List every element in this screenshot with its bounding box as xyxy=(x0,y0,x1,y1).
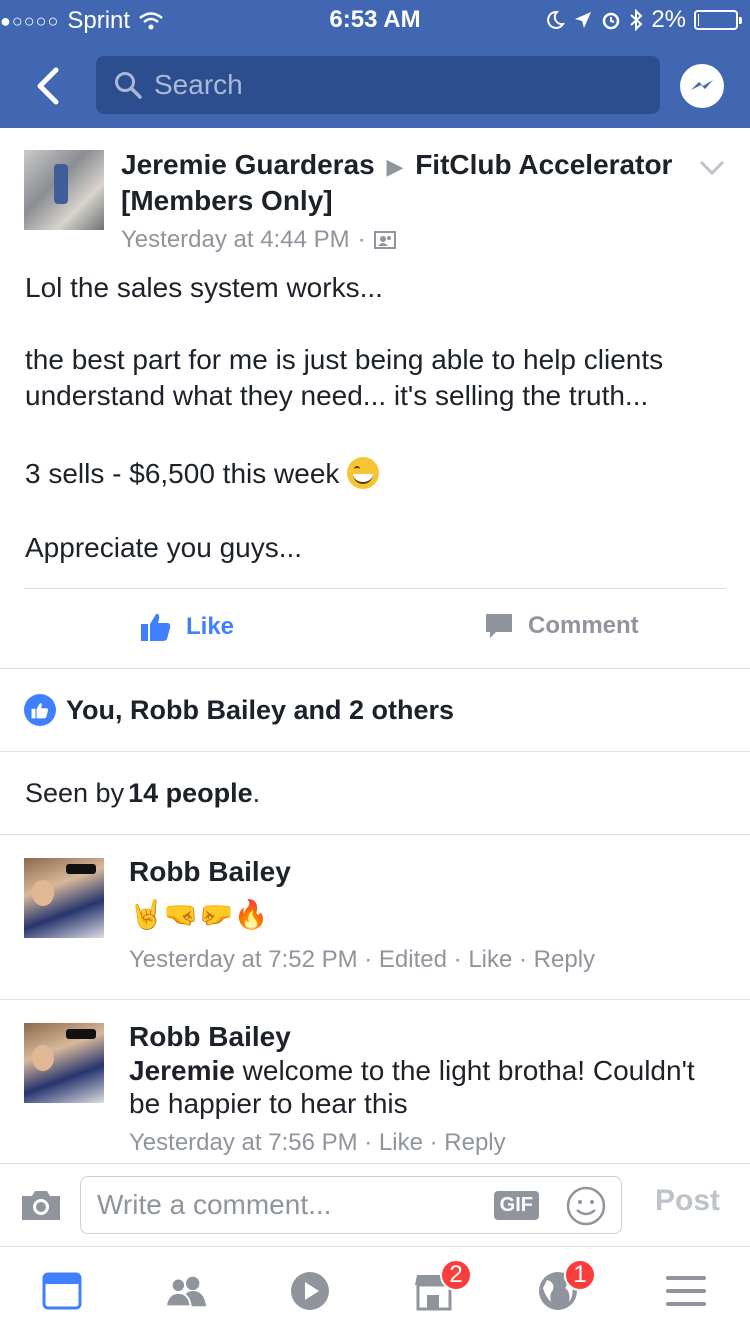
seen-suffix: . xyxy=(252,777,261,808)
author-avatar[interactable] xyxy=(24,150,104,230)
meta-separator: · xyxy=(357,226,366,253)
comment-mention[interactable]: Jeremie xyxy=(129,1055,235,1086)
post-line-2: the best part for me is just being able … xyxy=(25,344,664,411)
post-actions: Like Comment xyxy=(0,590,750,668)
comment-edited[interactable]: Edited xyxy=(379,946,447,973)
comment-item: Robb Bailey 🤘🤜🤛🔥 Yesterday at 7:52 PM · … xyxy=(0,834,750,999)
comment-reply-link[interactable]: Reply xyxy=(444,1129,505,1156)
tab-news-feed[interactable] xyxy=(40,1269,84,1313)
post-meta: Yesterday at 4:44 PM · xyxy=(121,226,396,254)
post-line-4: Appreciate you guys... xyxy=(25,532,303,563)
tab-notifications[interactable]: 1 xyxy=(536,1259,596,1313)
search-icon xyxy=(115,72,142,99)
post-comment-button[interactable]: Post xyxy=(655,1184,720,1218)
likes-summary-text: You, Robb Bailey and 2 others xyxy=(66,694,455,725)
post-line-3: 3 sells - $6,500 this week xyxy=(25,456,725,492)
comment-time[interactable]: Yesterday at 7:56 PM xyxy=(129,1129,358,1156)
comment-input-box[interactable]: GIF xyxy=(80,1176,622,1234)
moon-icon xyxy=(547,10,566,29)
notifications-badge: 1 xyxy=(564,1259,596,1291)
battery-percent: 2% xyxy=(651,6,686,33)
comment-label: Comment xyxy=(528,612,639,639)
messenger-icon[interactable] xyxy=(680,64,724,108)
friends-icon xyxy=(164,1276,207,1308)
comment-time[interactable]: Yesterday at 7:52 PM xyxy=(129,946,358,973)
battery-icon xyxy=(694,10,742,30)
seen-by[interactable]: Seen by 14 people . xyxy=(0,752,750,834)
news-feed-icon xyxy=(42,1272,82,1310)
comment-like-link[interactable]: Like xyxy=(379,1129,423,1156)
sticker-smile-icon[interactable] xyxy=(565,1185,607,1227)
group-privacy-icon xyxy=(373,231,396,249)
commenter-avatar[interactable] xyxy=(24,858,104,938)
top-bar: ●○○○○ Sprint 6:53 AM 2% xyxy=(0,0,750,128)
tab-watch[interactable] xyxy=(288,1269,332,1313)
comment-input[interactable] xyxy=(97,1189,487,1221)
tab-marketplace[interactable]: 2 xyxy=(412,1259,472,1313)
camera-icon[interactable] xyxy=(20,1188,62,1222)
comment-meta: Yesterday at 7:52 PM · Edited · Like · R… xyxy=(129,946,596,973)
post-body: Lol the sales system works... the best p… xyxy=(25,270,725,566)
thumbs-up-icon xyxy=(141,613,171,641)
comment-bubble-icon xyxy=(486,614,512,638)
comment-text: Jeremie welcome to the light brotha! Cou… xyxy=(129,1054,729,1120)
like-label: Like xyxy=(186,613,235,640)
chevron-down-icon[interactable] xyxy=(698,158,726,178)
gif-button[interactable]: GIF xyxy=(493,1191,539,1220)
battery-level xyxy=(698,14,699,26)
marketplace-badge: 2 xyxy=(440,1259,472,1291)
comment-button[interactable]: Comment xyxy=(484,612,750,640)
status-right: 2% xyxy=(545,6,742,34)
share-arrow-icon: ▶ xyxy=(386,154,404,179)
comment-composer: GIF Post xyxy=(0,1163,750,1245)
author-name[interactable]: Jeremie Guarderas xyxy=(121,149,375,180)
search-bar[interactable] xyxy=(96,56,660,114)
grinning-emoji-icon xyxy=(347,457,380,489)
post-title: Jeremie Guarderas ▶ FitClub Accelerator … xyxy=(121,148,681,218)
video-play-icon xyxy=(291,1272,329,1310)
back-arrow-icon[interactable] xyxy=(30,66,70,106)
like-badge-icon xyxy=(24,694,56,726)
search-input[interactable] xyxy=(154,69,634,101)
alarm-icon xyxy=(603,12,620,30)
commenter-name[interactable]: Robb Bailey xyxy=(129,856,291,888)
actions-divider xyxy=(24,588,726,589)
commenter-name[interactable]: Robb Bailey xyxy=(129,1021,291,1053)
tab-friends[interactable] xyxy=(164,1269,208,1313)
seen-prefix: Seen by xyxy=(25,777,125,808)
status-bar: ●○○○○ Sprint 6:53 AM 2% xyxy=(0,0,750,40)
messenger-bolt-icon xyxy=(691,80,713,90)
comment-emojis: 🤘🤜🤛🔥 xyxy=(129,899,269,930)
post-timestamp[interactable]: Yesterday at 4:44 PM xyxy=(121,226,350,254)
likes-summary[interactable]: You, Robb Bailey and 2 others xyxy=(0,669,750,751)
seen-count: 14 people xyxy=(128,777,253,808)
post-line-3-text: 3 sells - $6,500 this week xyxy=(25,458,340,489)
comment-meta: Yesterday at 7:56 PM · Like · Reply xyxy=(129,1129,506,1156)
bluetooth-icon xyxy=(630,9,643,31)
post-line-1: Lol the sales system works... xyxy=(25,272,383,303)
comment-item: Robb Bailey Jeremie welcome to the light… xyxy=(0,999,750,1163)
bottom-tab-bar: 2 1 xyxy=(0,1246,750,1334)
like-button[interactable]: Like xyxy=(140,612,234,642)
location-arrow-icon xyxy=(575,12,592,28)
comment-reply-link[interactable]: Reply xyxy=(534,946,595,973)
commenter-avatar[interactable] xyxy=(24,1023,104,1103)
comment-like-link[interactable]: Like xyxy=(468,946,512,973)
menu-hamburger-icon xyxy=(666,1276,706,1306)
tab-menu[interactable] xyxy=(664,1269,708,1313)
